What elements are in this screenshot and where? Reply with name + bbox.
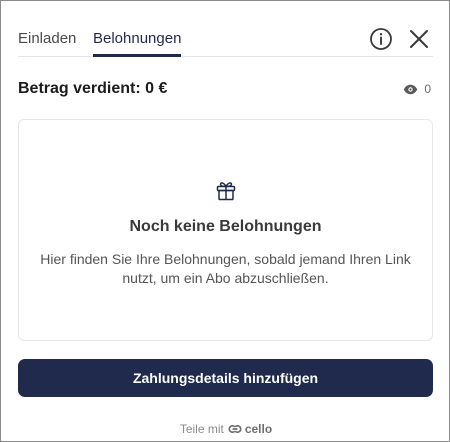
tab-invite[interactable]: Einladen <box>18 30 76 48</box>
rewards-panel: Einladen Belohnungen Betrag verdient: 0 … <box>0 0 450 442</box>
eye-icon <box>404 84 418 94</box>
powered-by-footer: Teile mit cello <box>1 422 450 436</box>
add-payment-details-button[interactable]: Zahlungsdetails hinzufügen <box>18 359 433 397</box>
empty-state-description: Hier finden Sie Ihre Belohnungen, sobald… <box>40 251 411 286</box>
footer-prefix: Teile mit <box>179 422 224 436</box>
cello-logo-icon <box>228 424 242 434</box>
empty-state-title: Noch keine Belohnungen <box>129 218 322 235</box>
earned-amount: Betrag verdient: 0 € <box>18 80 168 97</box>
views-count: 0 <box>424 82 431 96</box>
views-counter: 0 <box>403 82 431 96</box>
active-tab-indicator <box>93 54 181 57</box>
empty-rewards-card: Noch keine Belohnungen Hier finden Sie I… <box>18 119 433 341</box>
brand-link[interactable]: cello <box>228 422 272 436</box>
info-button[interactable] <box>368 26 394 52</box>
close-icon <box>410 30 428 48</box>
tab-rewards[interactable]: Belohnungen <box>93 30 181 48</box>
close-button[interactable] <box>406 26 432 52</box>
gift-icon <box>216 182 236 201</box>
info-icon <box>370 28 392 50</box>
brand-name: cello <box>244 422 273 436</box>
